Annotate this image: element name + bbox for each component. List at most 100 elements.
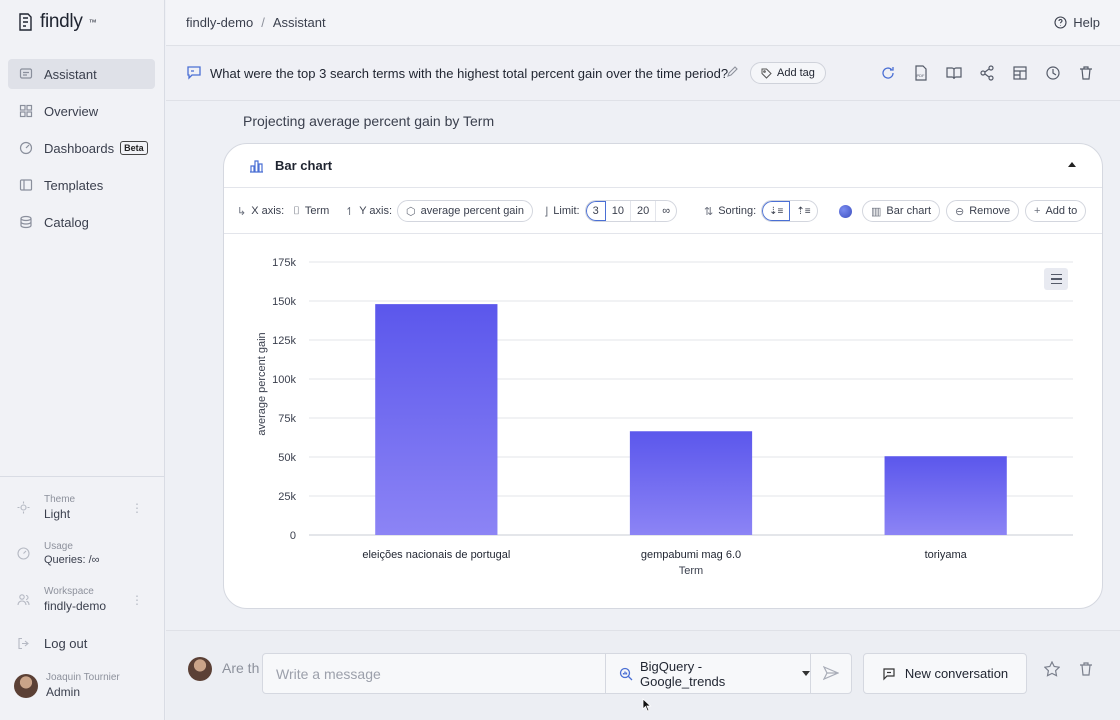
- ghost-text: Are th: [222, 660, 260, 676]
- dashboard-icon: [19, 141, 33, 155]
- database-icon: [19, 215, 33, 229]
- message-composer: BigQuery - Google_trends: [262, 653, 852, 694]
- x-axis-icon: ↳: [237, 205, 247, 218]
- limit-control: ⌋ Limit: 3 10 20 ∞: [544, 200, 678, 222]
- chevron-down-icon: [802, 671, 810, 676]
- svg-text:PDF: PDF: [917, 73, 926, 78]
- y-tick-label: 25k: [278, 491, 296, 503]
- help-button[interactable]: Help: [1054, 15, 1100, 30]
- y-axis-selector[interactable]: ⬡ average percent gain: [397, 200, 533, 222]
- pdf-icon[interactable]: PDF: [913, 65, 929, 81]
- remove-button[interactable]: ⊖ Remove: [946, 200, 1020, 222]
- collapse-icon[interactable]: [1068, 162, 1076, 167]
- send-icon[interactable]: [822, 665, 840, 681]
- x-tick-label: gempabumi mag 6.0: [641, 549, 741, 561]
- sidebar-item-templates[interactable]: Templates: [8, 170, 155, 200]
- help-label: Help: [1073, 15, 1100, 30]
- bar[interactable]: [629, 431, 753, 535]
- chart-card-header[interactable]: Bar chart: [224, 144, 1102, 188]
- breadcrumb-separator: /: [261, 15, 265, 30]
- breadcrumb-workspace[interactable]: findly-demo: [186, 15, 253, 30]
- more-icon[interactable]: ⋮: [131, 501, 143, 515]
- book-icon[interactable]: [946, 65, 962, 81]
- bar[interactable]: [884, 456, 1007, 535]
- sidebar-item-label: Dashboards: [44, 140, 115, 156]
- x-axis-value: Term: [304, 205, 330, 217]
- share-icon[interactable]: [979, 65, 995, 81]
- chart-type-label: Bar chart: [886, 205, 932, 217]
- x-axis-control[interactable]: ↳ X axis: ⌷ Term: [237, 200, 329, 222]
- y-tick-label: 0: [290, 530, 296, 542]
- sidebar-item-catalog[interactable]: Catalog: [8, 207, 155, 237]
- logout-icon: [17, 637, 30, 650]
- logo[interactable]: findly ™: [17, 11, 97, 33]
- avatar: [188, 657, 212, 681]
- sidebar-nav: Assistant Overview Dashboards Beta Templ…: [8, 59, 155, 244]
- brand-name: findly: [40, 11, 83, 32]
- new-conversation-button[interactable]: New conversation: [863, 653, 1027, 694]
- sorting-control: ⇅ Sorting: ⇣≡ ⇡≡: [704, 200, 818, 222]
- question-icon: [186, 65, 202, 81]
- sort-icon: ⇅: [704, 205, 714, 218]
- y-axis-control[interactable]: ↿ Y axis: ⬡ average percent gain: [345, 200, 533, 222]
- add-to-button[interactable]: + Add to: [1025, 200, 1087, 222]
- chart-controls: ↳ X axis: ⌷ Term ↿ Y axis: ⬡ average per…: [224, 188, 1102, 234]
- more-icon[interactable]: ⋮: [131, 593, 143, 607]
- y-tick-label: 50k: [278, 452, 296, 464]
- x-axis-label: X axis:: [251, 205, 285, 217]
- message-input[interactable]: [263, 654, 603, 693]
- sidebar-item-overview[interactable]: Overview: [8, 96, 155, 126]
- help-icon: [1054, 16, 1067, 29]
- cube-icon: ⬡: [406, 205, 416, 218]
- sidebar-item-label: Assistant: [44, 66, 97, 82]
- workspace-switcher[interactable]: Workspace findly-demo ⋮: [17, 586, 157, 613]
- usage-label: Usage: [44, 541, 73, 552]
- column-icon: ⌷: [293, 204, 300, 217]
- chat-icon: [19, 67, 33, 81]
- refresh-icon[interactable]: [880, 65, 896, 81]
- minus-circle-icon: ⊖: [955, 205, 965, 218]
- chart-type-selector[interactable]: ▥ Bar chart: [862, 200, 941, 222]
- add-tag-button[interactable]: Add tag: [750, 62, 826, 84]
- limit-option-3[interactable]: 3: [585, 201, 606, 221]
- sidebar-item-dashboards[interactable]: Dashboards Beta: [8, 133, 155, 163]
- color-picker[interactable]: [839, 200, 852, 222]
- avatar: [14, 673, 38, 698]
- star-icon[interactable]: [1043, 660, 1061, 677]
- chart-x-labels: eleições nacionais de portugal gempabumi …: [362, 549, 967, 561]
- limit-selector: 3 10 20 ∞: [584, 200, 678, 222]
- question-bar: What were the top 3 search terms with th…: [166, 47, 1120, 101]
- trademark: ™: [88, 17, 97, 27]
- page-title: Projecting average percent gain by Term: [243, 113, 495, 129]
- sidebar-divider: [0, 476, 165, 477]
- y-tick-label: 175k: [272, 257, 296, 269]
- x-tick-label: eleições nacionais de portugal: [362, 549, 510, 561]
- y-axis-value: average percent gain: [420, 205, 524, 217]
- trash-icon[interactable]: [1078, 65, 1094, 81]
- limit-option-10[interactable]: 10: [606, 201, 631, 221]
- limit-label: Limit:: [553, 205, 580, 217]
- user-role: Admin: [46, 685, 81, 699]
- bar[interactable]: [375, 304, 498, 535]
- limit-option-all[interactable]: ∞: [656, 201, 676, 221]
- datasource-selector[interactable]: BigQuery - Google_trends: [605, 654, 811, 693]
- gauge-icon: [17, 547, 30, 560]
- limit-option-20[interactable]: 20: [631, 201, 657, 221]
- sort-ascending-icon[interactable]: ⇡≡: [790, 201, 816, 221]
- trash-icon[interactable]: [1078, 661, 1094, 677]
- findly-logo-icon: [19, 13, 32, 31]
- usage-block: Usage Queries: /∞: [17, 541, 157, 566]
- y-tick-label: 125k: [272, 335, 296, 347]
- edit-icon[interactable]: [726, 66, 738, 78]
- layout-icon[interactable]: [1012, 65, 1028, 81]
- sidebar-item-assistant[interactable]: Assistant: [8, 59, 155, 89]
- new-chat-icon: [882, 667, 896, 681]
- bigquery-icon: [619, 667, 633, 681]
- bar-chart: 0 25k 50k 75k 100k 125k 150k 175k eleições naci…: [256, 257, 1073, 577]
- chart-y-axis-title: average percent gain: [256, 332, 268, 435]
- user-profile[interactable]: Joaquin Tournier Admin: [14, 672, 120, 699]
- theme-switcher[interactable]: Theme Light ⋮: [17, 494, 157, 521]
- schedule-icon[interactable]: [1045, 65, 1061, 81]
- sort-descending-icon[interactable]: ⇣≡: [762, 201, 791, 221]
- logout-button[interactable]: Log out: [17, 636, 87, 651]
